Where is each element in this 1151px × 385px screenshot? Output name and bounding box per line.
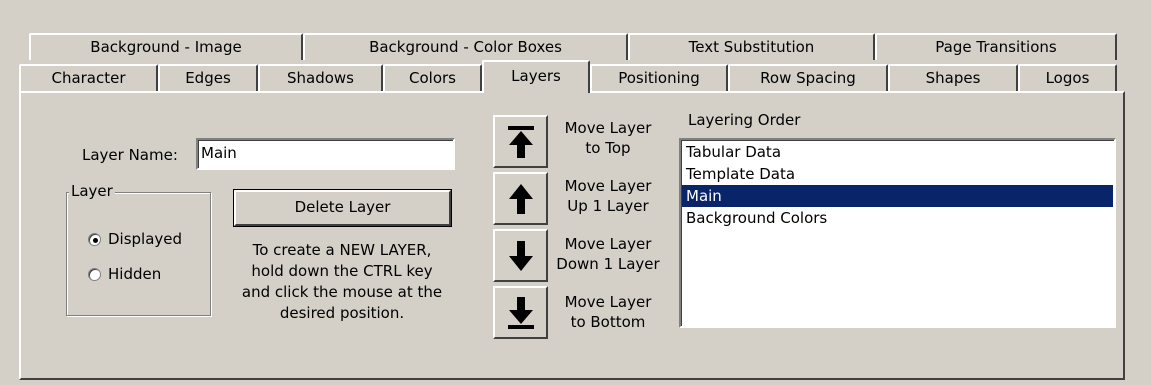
move-to-top-label: Move Layer to Top xyxy=(552,118,664,158)
tab-positioning[interactable]: Positioning xyxy=(590,64,728,91)
tab-edges[interactable]: Edges xyxy=(158,64,258,91)
label-line: Move Layer xyxy=(564,235,652,253)
layer-group-title: Layer xyxy=(69,182,115,200)
move-down-button[interactable] xyxy=(493,229,548,282)
radio-hidden[interactable]: Hidden xyxy=(88,265,208,285)
move-down-label: Move Layer Down 1 Layer xyxy=(552,234,664,274)
move-to-bottom-button[interactable] xyxy=(493,286,548,339)
help-line: desired position. xyxy=(279,304,405,322)
list-item[interactable]: Background Colors xyxy=(682,207,1113,229)
move-to-bottom-label: Move Layer to Bottom xyxy=(552,292,664,332)
new-layer-help-text: To create a NEW LAYER, hold down the CTR… xyxy=(222,240,462,324)
layering-order-title: Layering Order xyxy=(688,111,801,129)
tab-colors[interactable]: Colors xyxy=(383,64,482,91)
radio-selected-dot xyxy=(93,238,98,243)
tab-page-transitions[interactable]: Page Transitions xyxy=(875,33,1117,60)
help-line: To create a NEW LAYER, xyxy=(252,241,432,259)
arrow-to-bottom-icon xyxy=(507,296,534,329)
label-line: to Bottom xyxy=(570,313,646,331)
tab-background-image[interactable]: Background - Image xyxy=(29,33,303,60)
tab-shapes[interactable]: Shapes xyxy=(888,64,1018,91)
radio-displayed-label: Displayed xyxy=(108,230,183,248)
move-to-top-button[interactable] xyxy=(493,115,548,168)
label-line: Move Layer xyxy=(564,177,652,195)
radio-hidden-label: Hidden xyxy=(108,265,162,283)
delete-layer-label: Delete Layer xyxy=(294,198,391,216)
arrow-to-top-icon xyxy=(507,125,534,158)
label-line: Move Layer xyxy=(564,293,652,311)
tab-text-substitution[interactable]: Text Substitution xyxy=(628,33,875,60)
layering-order-list[interactable]: Tabular Data Template Data Main Backgrou… xyxy=(679,138,1116,328)
help-line: hold down the CTRL key xyxy=(251,262,433,280)
label-line: Down 1 Layer xyxy=(556,255,660,273)
arrow-down-icon xyxy=(508,240,533,271)
delete-layer-button[interactable]: Delete Layer xyxy=(233,189,452,227)
radio-displayed[interactable]: Displayed xyxy=(88,230,208,250)
tab-logos[interactable]: Logos xyxy=(1018,64,1117,91)
layer-name-label: Layer Name: xyxy=(82,146,178,164)
label-line: Move Layer xyxy=(564,119,652,137)
label-line: to Top xyxy=(585,139,631,157)
list-item-selected[interactable]: Main xyxy=(682,185,1113,207)
tab-row-spacing[interactable]: Row Spacing xyxy=(728,64,888,91)
active-tab-joiner xyxy=(484,90,588,94)
layer-groupbox xyxy=(66,192,211,316)
help-line: and click the mouse at the xyxy=(241,283,443,301)
move-up-label: Move Layer Up 1 Layer xyxy=(552,176,664,216)
radio-hidden-circle[interactable] xyxy=(88,268,101,281)
label-line: Up 1 Layer xyxy=(567,197,649,215)
move-up-button[interactable] xyxy=(493,172,548,225)
layer-name-input[interactable]: Main xyxy=(196,138,455,170)
tab-background-color-boxes[interactable]: Background - Color Boxes xyxy=(303,33,628,60)
tab-shadows[interactable]: Shadows xyxy=(258,64,383,91)
layer-name-value: Main xyxy=(201,144,237,162)
tab-character[interactable]: Character xyxy=(19,64,158,91)
arrow-up-icon xyxy=(508,183,533,214)
radio-displayed-circle[interactable] xyxy=(88,233,101,246)
tab-layers[interactable]: Layers xyxy=(482,60,590,93)
list-item[interactable]: Tabular Data xyxy=(682,141,1113,163)
list-item[interactable]: Template Data xyxy=(682,163,1113,185)
